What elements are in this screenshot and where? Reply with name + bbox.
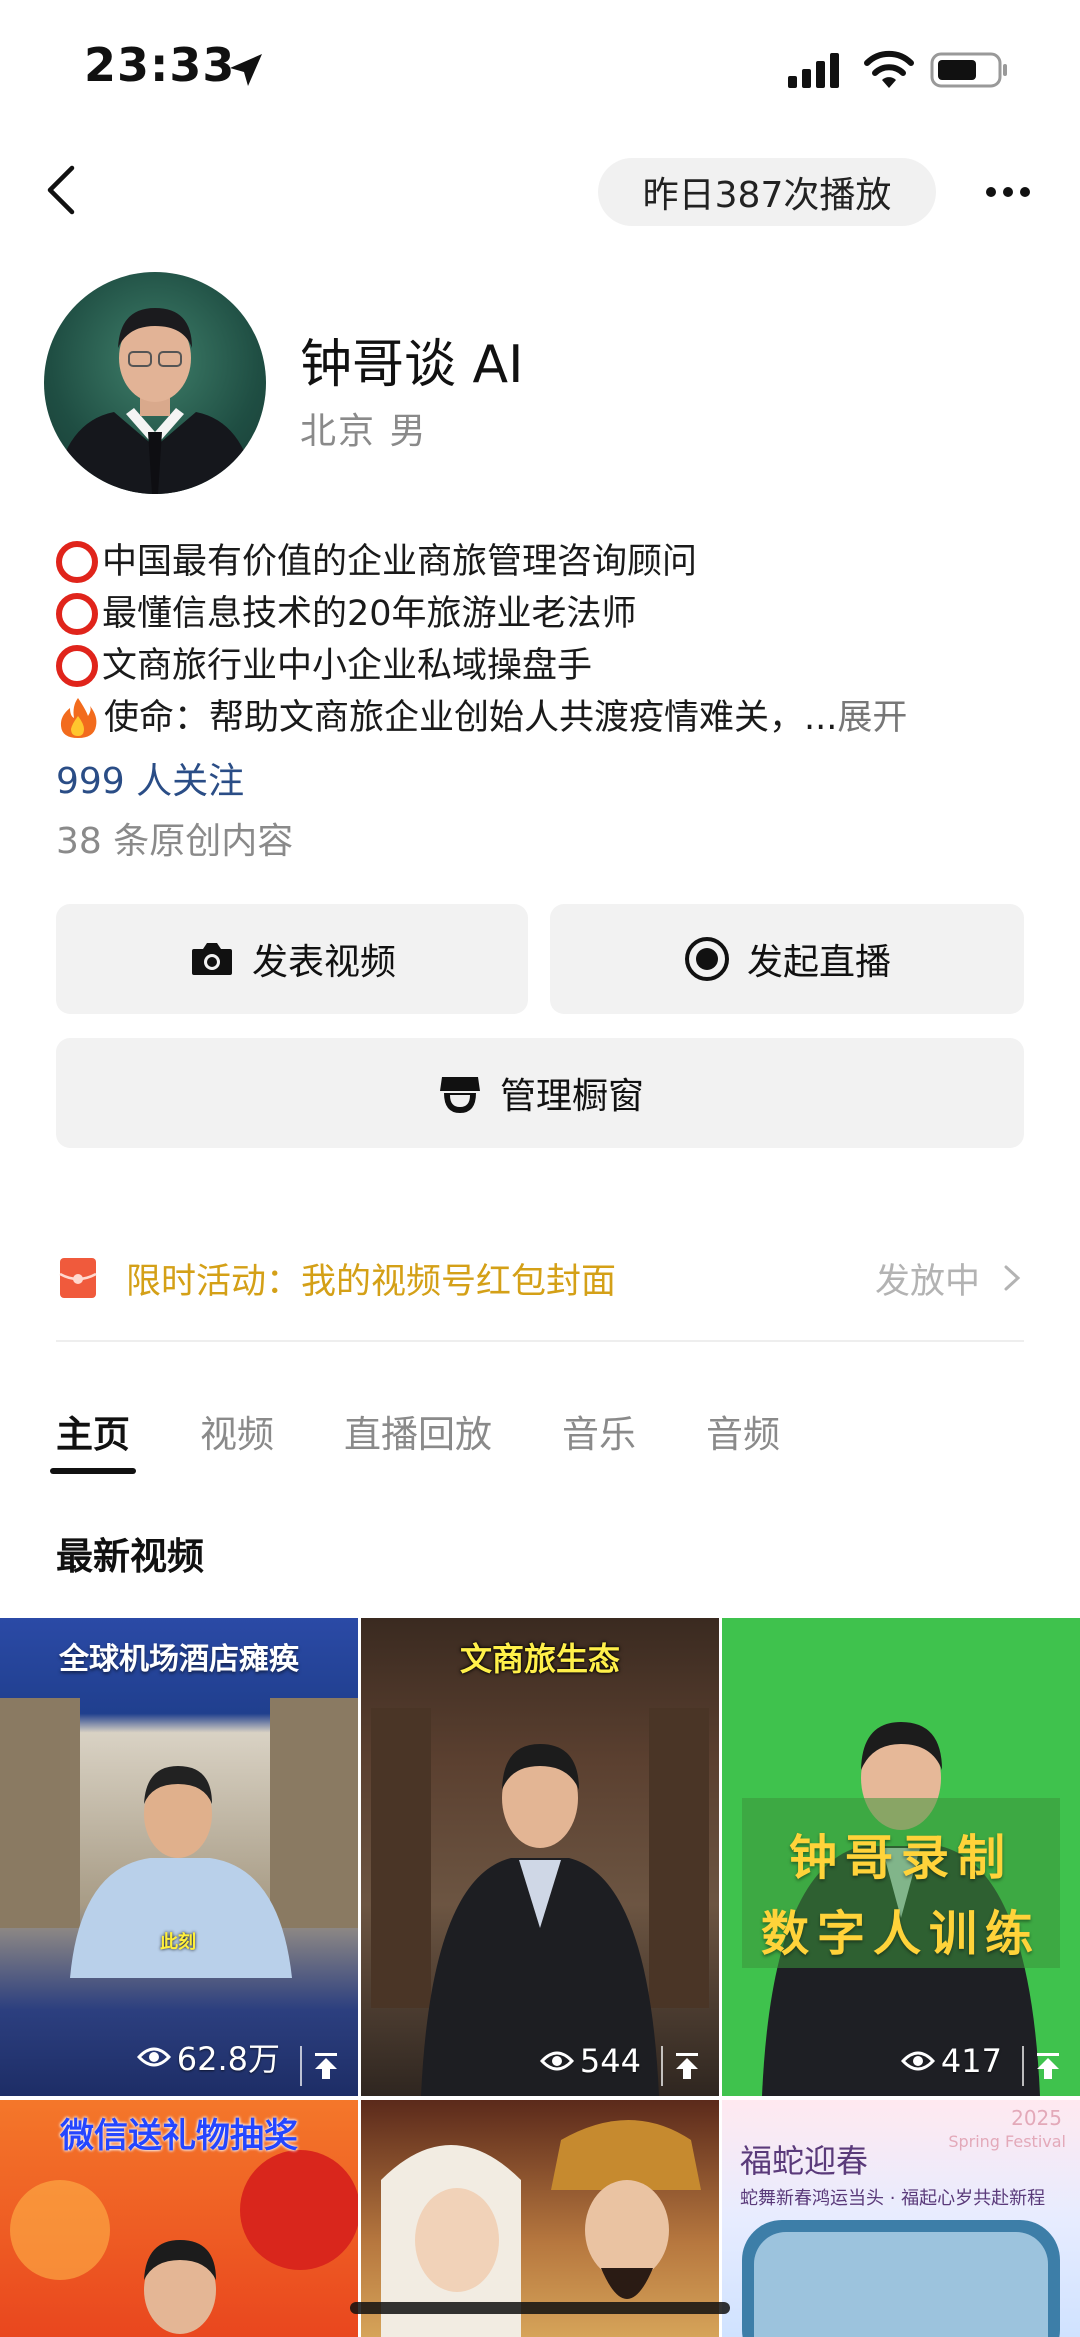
profile-tabs: 主页 视频 直播回放 音乐 音频 [50, 1404, 850, 1484]
video-thumbnail[interactable]: 全球机场酒店瘫痪 此刻 62.8万 [0, 1618, 358, 2096]
video-caption: 钟哥录制 [788, 1830, 1013, 1886]
status-time: 23:33 [84, 38, 236, 92]
view-count: 417 [900, 2042, 1002, 2080]
framed-portrait [742, 2220, 1060, 2337]
avatar-portrait [54, 308, 256, 494]
video-thumbnail[interactable]: 2025 Spring Festival 福蛇迎春 蛇舞新春鸿运当头 · 福起心… [722, 2100, 1080, 2337]
start-live-button[interactable]: 发起直播 [550, 904, 1024, 1014]
pin-to-top-button[interactable] [1022, 2046, 1072, 2086]
red-circle-icon [56, 541, 98, 583]
pin-top-icon [315, 2053, 337, 2079]
video-thumbnail[interactable]: 微信送礼物抽奖 [0, 2100, 358, 2337]
tab-home[interactable]: 主页 [50, 1404, 136, 1474]
bio-text: 最懂信息技术的20年旅游业老法师 [102, 594, 637, 634]
profile-bio: 中国最有价值的企业商旅管理咨询顾问 最懂信息技术的20年旅游业老法师 文商旅行业… [56, 536, 1046, 744]
bio-line: 文商旅行业中小企业私域操盘手 [56, 640, 1046, 692]
bio-line: 使命：帮助文商旅企业创始人共渡疫情难关，... 展开 [56, 692, 1046, 744]
view-count-text: 62.8万 [176, 2040, 280, 2078]
chevron-right-icon [1004, 1265, 1021, 1291]
view-count: 544 [539, 2042, 641, 2080]
shop-window-icon [439, 1077, 480, 1113]
tab-music[interactable]: 音乐 [562, 1404, 636, 1474]
location-arrow-icon [230, 54, 262, 86]
followers-count-link[interactable]: 999 人关注 [56, 752, 244, 804]
post-video-button[interactable]: 发表视频 [56, 904, 528, 1014]
divider [56, 1340, 1024, 1342]
camera-icon [191, 943, 232, 975]
view-count-text: 417 [940, 2042, 1002, 2080]
video-year-subtitle: Spring Festival [948, 2132, 1066, 2151]
eye-icon [539, 2051, 574, 2071]
video-caption: 文商旅生态 [459, 1640, 620, 1678]
red-packet-icon [59, 1258, 97, 1298]
presenter-figure [371, 1708, 709, 2096]
red-circle-icon [56, 645, 98, 687]
bio-text: 中国最有价值的企业商旅管理咨询顾问 [102, 542, 698, 582]
video-year: 2025 [1011, 2106, 1062, 2130]
pin-top-icon [676, 2053, 698, 2079]
bio-text: 文商旅行业中小企业私域操盘手 [102, 646, 593, 686]
original-content-count: 38 条原创内容 [56, 821, 294, 862]
presenter-figure [0, 1698, 358, 1978]
eye-icon [136, 2047, 171, 2067]
tab-audio[interactable]: 音频 [706, 1404, 780, 1474]
profile-name: 钟哥谈 AI [300, 335, 524, 395]
pin-top-icon [1037, 2053, 1059, 2079]
more-options-button[interactable] [980, 170, 1036, 214]
battery-icon [930, 52, 1007, 88]
view-count-text: 544 [579, 2042, 641, 2080]
activity-title: 限时活动：我的视频号红包封面 [126, 1261, 617, 1302]
start-live-label: 发起直播 [746, 942, 891, 983]
video-thumbnail[interactable]: 钟哥录制 数字人训练 417 [722, 1618, 1080, 2096]
red-packet-activity-row[interactable]: 限时活动：我的视频号红包封面 发放中 [56, 1240, 1024, 1316]
plays-badge[interactable]: 昨日387次播放 [598, 158, 936, 226]
fire-icon [60, 698, 97, 738]
activity-status: 发放中 [874, 1261, 980, 1302]
status-bar: 23:33 [0, 0, 1080, 140]
cellular-signal-icon [788, 53, 839, 88]
video-thumbnail[interactable]: 文商旅生态 544 [361, 1618, 719, 2096]
video-subcaption: 蛇舞新春鸿运当头 · 福起心岁共赴新程 [740, 2188, 1046, 2209]
video-subtitle: 此刻 [160, 1932, 196, 1953]
wifi-icon [864, 50, 914, 88]
video-caption: 福蛇迎春 [740, 2142, 869, 2180]
pin-to-top-button[interactable] [661, 2046, 711, 2086]
profile-location-gender: 北京 男 [300, 411, 428, 452]
pin-to-top-button[interactable] [300, 2046, 350, 2086]
back-button[interactable] [36, 160, 86, 220]
red-circle-icon [56, 593, 98, 635]
video-caption: 数字人训练 [760, 1906, 1041, 1962]
tab-live-replay[interactable]: 直播回放 [344, 1404, 492, 1474]
avatar[interactable] [44, 272, 266, 494]
bio-line: 最懂信息技术的20年旅游业老法师 [56, 588, 1046, 640]
view-count: 62.8万 [136, 2034, 280, 2080]
latest-videos-title: 最新视频 [56, 1535, 204, 1578]
video-caption: 全球机场酒店瘫痪 [59, 1642, 299, 1677]
video-caption: 微信送礼物抽奖 [60, 2116, 298, 2156]
manage-shop-window-button[interactable]: 管理橱窗 [56, 1038, 1024, 1148]
bio-mission: 使命：帮助文商旅企业创始人共渡疫情难关，... [104, 698, 838, 738]
chevron-left-icon [47, 165, 75, 215]
manage-shop-label: 管理橱窗 [499, 1076, 644, 1117]
more-dots-icon [986, 187, 1030, 197]
post-video-label: 发表视频 [251, 942, 396, 983]
bio-line: 中国最有价值的企业商旅管理咨询顾问 [56, 536, 1046, 588]
expand-bio-button[interactable]: 展开 [837, 692, 907, 744]
eye-icon [900, 2051, 935, 2071]
live-record-icon [684, 937, 729, 981]
tab-videos[interactable]: 视频 [200, 1404, 274, 1474]
home-indicator[interactable] [350, 2302, 730, 2314]
